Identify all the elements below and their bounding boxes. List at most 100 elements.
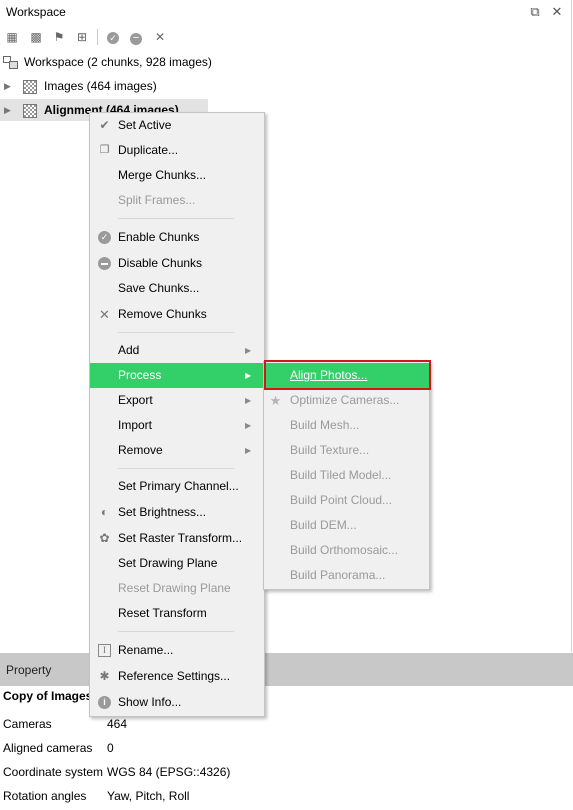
menu-label: Merge Chunks... — [118, 168, 207, 182]
menu-label: Remove — [118, 443, 163, 457]
enable-icon[interactable]: ✓ — [104, 28, 122, 46]
menu-item-duplicate[interactable]: ❐ Duplicate... — [90, 138, 264, 163]
menu-item-optimize-cameras[interactable]: ★ Optimize Cameras... — [264, 388, 429, 413]
menu-item-reference-settings[interactable]: ✱ Reference Settings... — [90, 664, 264, 689]
property-row[interactable]: Coordinate system WGS 84 (EPSG::4326) — [0, 760, 573, 784]
menu-separator — [118, 218, 234, 219]
menu-label: Set Primary Channel... — [118, 479, 239, 493]
menu-item-show-info[interactable]: i Show Info... — [90, 690, 264, 715]
menu-item-remove-chunks[interactable]: ✕ Remove Chunks — [90, 302, 264, 327]
menu-item-set-drawing-plane[interactable]: Set Drawing Plane — [90, 551, 264, 576]
menu-label: Build Panorama... — [290, 568, 386, 582]
menu-label: Export — [118, 393, 153, 407]
property-key: Cameras — [3, 717, 52, 731]
menu-item-process[interactable]: Process ▶ — [90, 363, 264, 388]
add-folder-icon[interactable]: ⊞ — [73, 28, 91, 46]
add-photos-icon[interactable]: ▩ — [27, 28, 45, 46]
menu-label: Build Orthomosaic... — [290, 543, 399, 557]
submenu-arrow-icon: ▶ — [245, 346, 252, 355]
menu-item-disable-chunks[interactable]: Disable Chunks — [90, 251, 264, 276]
menu-label: Add — [118, 343, 140, 357]
workspace-toolbar: ▦ ▩ ⚑ ⊞ ✓ − ✕ — [0, 26, 571, 48]
rename-icon: I — [98, 644, 111, 657]
remove-icon[interactable]: ✕ — [151, 28, 169, 46]
brightness-icon: ◐ — [100, 505, 109, 519]
menu-item-build-tiled-model[interactable]: Build Tiled Model... — [264, 463, 429, 488]
menu-label: Reset Transform — [118, 606, 207, 620]
tree-item-chunk-images[interactable]: ▶ Images (464 images) — [0, 75, 571, 97]
menu-item-rename[interactable]: I Rename... — [90, 638, 264, 663]
menu-item-enable-chunks[interactable]: ✓ Enable Chunks — [90, 225, 264, 250]
menu-item-import[interactable]: Import ▶ — [90, 413, 264, 438]
menu-label: Optimize Cameras... — [290, 393, 400, 407]
property-column-header: Property — [6, 663, 52, 677]
panel-title: Workspace — [6, 5, 66, 19]
menu-label: Build Point Cloud... — [290, 493, 393, 507]
submenu-arrow-icon: ▶ — [245, 396, 252, 405]
submenu-arrow-icon: ▶ — [245, 421, 252, 430]
menu-item-set-active[interactable]: ✔ Set Active — [90, 113, 264, 138]
menu-item-build-texture[interactable]: Build Texture... — [264, 438, 429, 463]
menu-item-build-point-cloud[interactable]: Build Point Cloud... — [264, 488, 429, 513]
info-icon: i — [98, 696, 111, 709]
disable-icon[interactable]: − — [127, 28, 145, 46]
enable-chunks-icon: ✓ — [98, 231, 111, 244]
menu-label: Import — [118, 418, 153, 432]
expand-arrow-icon[interactable]: ▶ — [4, 99, 14, 121]
property-key: Aligned cameras — [3, 741, 93, 755]
add-marker-icon[interactable]: ⚑ — [50, 28, 68, 46]
menu-item-build-mesh[interactable]: Build Mesh... — [264, 413, 429, 438]
property-panel-header[interactable]: Property — [0, 653, 573, 686]
menu-label: Rename... — [118, 643, 174, 657]
menu-label: Build Texture... — [290, 443, 370, 457]
property-value: 0 — [107, 741, 114, 755]
menu-item-add[interactable]: Add ▶ — [90, 338, 264, 363]
menu-label: Build DEM... — [290, 518, 357, 532]
palette-icon: ✿ — [99, 531, 110, 545]
menu-item-merge-chunks[interactable]: Merge Chunks... — [90, 163, 264, 188]
menu-item-build-panorama[interactable]: Build Panorama... — [264, 563, 429, 588]
menu-item-remove[interactable]: Remove ▶ — [90, 438, 264, 463]
menu-item-reset-drawing-plane[interactable]: Reset Drawing Plane — [90, 576, 264, 601]
menu-item-build-orthomosaic[interactable]: Build Orthomosaic... — [264, 538, 429, 563]
menu-item-save-chunks[interactable]: Save Chunks... — [90, 276, 264, 301]
menu-item-build-dem[interactable]: Build DEM... — [264, 513, 429, 538]
menu-item-set-primary-channel[interactable]: Set Primary Channel... — [90, 474, 264, 499]
menu-item-set-raster-transform[interactable]: ✿ Set Raster Transform... — [90, 526, 264, 551]
workspace-label: Workspace (2 chunks, 928 images) — [24, 55, 212, 69]
menu-label: Process — [118, 368, 162, 382]
workspace-titlebar: Workspace ⧉ ✕ — [0, 0, 572, 26]
menu-item-split-frames[interactable]: Split Frames... — [90, 188, 264, 213]
property-value: Yaw, Pitch, Roll — [107, 789, 190, 803]
star-icon: ★ — [269, 393, 282, 408]
disable-chunks-icon — [98, 257, 111, 270]
property-value: WGS 84 (EPSG::4326) — [107, 765, 231, 779]
menu-label: Save Chunks... — [118, 281, 200, 295]
menu-label: Set Brightness... — [118, 505, 207, 519]
menu-label: Set Drawing Plane — [118, 556, 218, 570]
menu-label: Reference Settings... — [118, 669, 231, 683]
wrench-icon: ✱ — [99, 669, 110, 683]
add-chunk-icon[interactable]: ▦ — [3, 28, 21, 46]
duplicate-icon: ❐ — [99, 144, 110, 156]
property-row[interactable]: Aligned cameras 0 — [0, 736, 573, 760]
menu-item-reset-transform[interactable]: Reset Transform — [90, 601, 264, 626]
close-panel-icon[interactable]: ✕ — [548, 3, 566, 21]
panel-border — [571, 0, 572, 652]
property-row[interactable]: Cameras 464 — [0, 712, 573, 736]
property-row[interactable]: Rotation angles Yaw, Pitch, Roll — [0, 784, 573, 808]
chunk-icon — [23, 104, 37, 118]
menu-item-export[interactable]: Export ▶ — [90, 388, 264, 413]
menu-separator — [118, 468, 234, 469]
menu-label: Set Active — [118, 118, 172, 132]
highlight-box — [264, 360, 431, 390]
tree-item-workspace[interactable]: Workspace (2 chunks, 928 images) — [0, 51, 571, 73]
float-panel-icon[interactable]: ⧉ — [526, 3, 544, 21]
menu-label: Remove Chunks — [118, 307, 207, 321]
menu-label: Build Tiled Model... — [290, 468, 392, 482]
menu-item-set-brightness[interactable]: ◐ Set Brightness... — [90, 500, 264, 525]
expand-arrow-icon[interactable]: ▶ — [4, 75, 14, 97]
toolbar-separator — [97, 29, 98, 45]
menu-label: Reset Drawing Plane — [118, 581, 231, 595]
check-icon: ✔ — [99, 118, 110, 132]
